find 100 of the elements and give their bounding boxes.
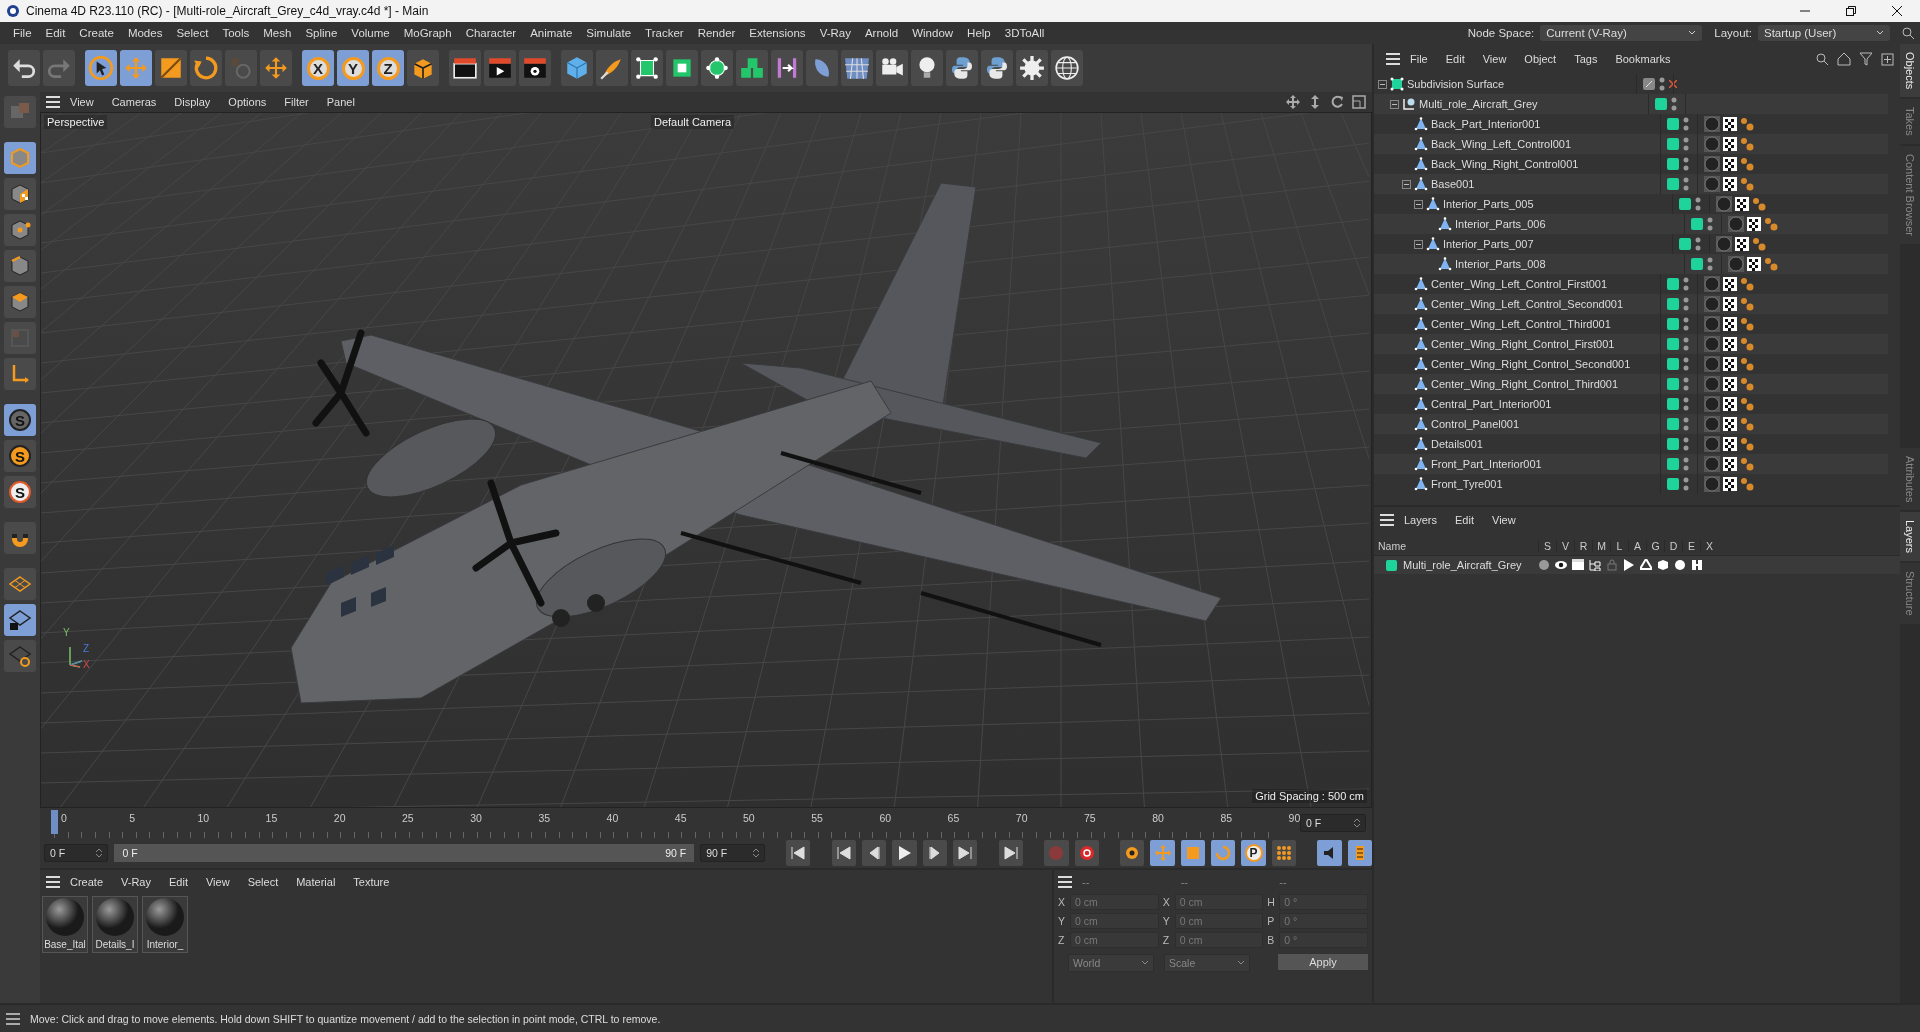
vray-tag-icon[interactable]	[1740, 357, 1754, 371]
vray-tag-icon[interactable]	[1740, 457, 1754, 471]
menu-item[interactable]: Tools	[215, 27, 257, 39]
column-header[interactable]: V	[1556, 540, 1574, 552]
column-header[interactable]: L	[1610, 540, 1628, 552]
scale-tool-button[interactable]	[155, 50, 187, 86]
menu-item[interactable]: Animate	[523, 27, 580, 39]
end-frame-field[interactable]: 90 F	[700, 844, 765, 862]
menu-item[interactable]: Filter	[276, 96, 317, 108]
collapse-toggle[interactable]	[1414, 239, 1423, 249]
expression-icon[interactable]	[1674, 559, 1686, 571]
layer-color-swatch[interactable]	[1679, 198, 1691, 210]
menu-item[interactable]: Edit	[161, 876, 196, 888]
coordinate-field[interactable]: 0 cm	[1174, 913, 1264, 929]
menu-item[interactable]: Spline	[298, 27, 345, 39]
column-header[interactable]: X	[1700, 540, 1718, 552]
sound-button[interactable]	[1317, 840, 1342, 866]
visibility-dots-icon[interactable]	[1683, 377, 1689, 391]
material-swatch[interactable]: Details_I	[92, 896, 138, 953]
column-header[interactable]: A	[1628, 540, 1646, 552]
vray-tag-icon[interactable]	[1740, 437, 1754, 451]
play-button[interactable]	[892, 840, 917, 866]
new-window-icon[interactable]	[1881, 52, 1894, 66]
layer-color-swatch[interactable]	[1667, 338, 1679, 350]
close-icon[interactable]	[1891, 5, 1903, 17]
uvw-tag-icon[interactable]	[1723, 377, 1737, 391]
python-button[interactable]	[946, 50, 978, 86]
uvw-tag-icon[interactable]	[1723, 157, 1737, 171]
pan-icon[interactable]	[1286, 95, 1300, 109]
vray-tag-icon[interactable]	[1740, 397, 1754, 411]
uvw-tag-icon[interactable]	[1723, 177, 1737, 191]
object-name[interactable]: Center_Wing_Left_Control_First001	[1431, 278, 1608, 290]
vray-tag-icon[interactable]	[1764, 217, 1778, 231]
texture-mode-button[interactable]	[4, 178, 36, 210]
visibility-dots-icon[interactable]	[1659, 77, 1665, 91]
menu-item[interactable]: Character	[458, 27, 524, 39]
snap-button[interactable]: S	[4, 476, 36, 508]
layer-color-swatch[interactable]	[1655, 98, 1667, 110]
axis-lock-button[interactable]: X	[302, 50, 334, 86]
locked-workplane-button[interactable]	[4, 604, 36, 636]
menu-item[interactable]: View	[197, 876, 238, 888]
select-tool-button[interactable]	[85, 50, 117, 86]
xref-icon[interactable]	[1691, 559, 1703, 571]
cloner-button[interactable]	[701, 50, 733, 86]
menu-item[interactable]: Bookmarks	[1607, 53, 1679, 65]
visibility-dots-icon[interactable]	[1683, 457, 1689, 471]
visibility-dots-icon[interactable]	[1683, 117, 1689, 131]
generator-icon[interactable]	[1640, 559, 1652, 571]
vray-tag-icon[interactable]	[1740, 137, 1754, 151]
snap-button[interactable]: S	[4, 440, 36, 472]
menu-item[interactable]: V-Ray	[113, 876, 159, 888]
layer-color-swatch[interactable]	[1667, 358, 1679, 370]
layer-color-swatch[interactable]	[1667, 478, 1679, 490]
playhead-marker[interactable]	[51, 810, 58, 834]
material-swatch[interactable]: Base_Ital	[42, 896, 88, 953]
settings-button[interactable]	[1016, 50, 1048, 86]
object-name[interactable]: Details001	[1431, 438, 1483, 450]
column-header[interactable]: E	[1682, 540, 1700, 552]
cube-object-button[interactable]	[561, 50, 593, 86]
auto-key-button[interactable]	[1074, 840, 1099, 866]
layer-color-swatch[interactable]	[1667, 458, 1679, 470]
collapse-toggle[interactable]	[1390, 99, 1399, 109]
orbit-icon[interactable]	[1330, 95, 1344, 109]
menu-item[interactable]: Edit	[1447, 514, 1482, 526]
coordinate-field[interactable]: 0 cm	[1174, 894, 1264, 910]
uvw-tag-icon[interactable]	[1735, 197, 1749, 211]
menu-item[interactable]: Texture	[345, 876, 398, 888]
next-key-button[interactable]	[952, 840, 978, 866]
menu-item[interactable]: Layers	[1396, 514, 1446, 526]
vray-tag-icon[interactable]	[1764, 257, 1778, 271]
rotate-tool-button[interactable]	[190, 50, 222, 86]
menu-item[interactable]: View	[62, 96, 102, 108]
menu-icon[interactable]	[6, 1012, 20, 1025]
material-swatch[interactable]: Interior_	[142, 896, 188, 953]
axis-mode-button[interactable]	[4, 358, 36, 390]
menu-item[interactable]: V-Ray	[812, 27, 858, 39]
menu-item[interactable]: Window	[905, 27, 961, 39]
edge-mode-button[interactable]	[4, 250, 36, 282]
eye-icon[interactable]	[1555, 559, 1567, 571]
menu-item[interactable]: Help	[960, 27, 998, 39]
layer-color-swatch[interactable]	[1667, 378, 1679, 390]
current-frame-field[interactable]: 0 F	[1300, 814, 1366, 832]
menu-item[interactable]: Extensions	[742, 27, 813, 39]
visibility-dots-icon[interactable]	[1683, 317, 1689, 331]
layer-color-swatch[interactable]	[1691, 258, 1703, 270]
uvw-tag-icon[interactable]	[1735, 237, 1749, 251]
polygon-mode-button[interactable]	[4, 286, 36, 318]
object-name[interactable]: Interior_Parts_007	[1443, 238, 1534, 250]
floor-object-button[interactable]	[841, 50, 873, 86]
menu-item[interactable]: Create	[72, 27, 121, 39]
side-tab[interactable]: Objects	[1900, 44, 1920, 98]
maximize-icon[interactable]	[1845, 5, 1857, 17]
workplane-button[interactable]	[4, 568, 36, 600]
menu-item[interactable]: File	[6, 27, 39, 39]
menu-item[interactable]: MoGraph	[396, 27, 459, 39]
visibility-dots-icon[interactable]	[1695, 197, 1701, 211]
visibility-dots-icon[interactable]	[1707, 217, 1713, 231]
key-point-level-button[interactable]	[1271, 840, 1297, 866]
home-icon[interactable]	[1837, 52, 1851, 66]
globe-button[interactable]	[1051, 50, 1083, 86]
